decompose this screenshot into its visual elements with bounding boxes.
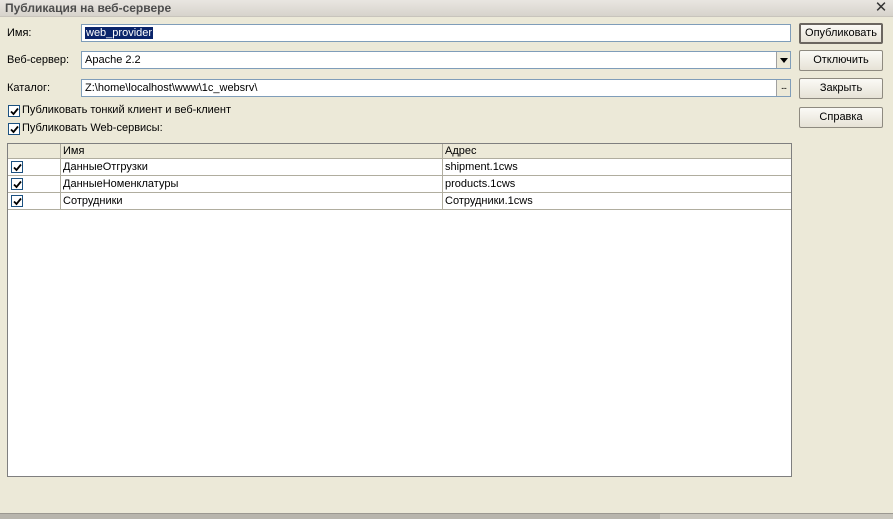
column-header-address[interactable]: Адрес [443, 144, 791, 158]
row-checkbox[interactable] [11, 195, 23, 207]
row-checkbox[interactable] [11, 178, 23, 190]
row-address: products.1cws [445, 178, 516, 190]
close-button[interactable]: Закрыть [799, 78, 883, 99]
row-check-cell [8, 159, 61, 175]
table-row[interactable]: Сотрудники Сотрудники.1cws [8, 193, 791, 210]
row-checkbox[interactable] [11, 161, 23, 173]
table-header: Имя Адрес [8, 144, 791, 159]
name-label: Имя: [7, 27, 32, 39]
row-name: Сотрудники [61, 193, 443, 209]
help-button[interactable]: Справка [799, 107, 883, 128]
publish-web-services-label: Публиковать Web-сервисы: [22, 122, 163, 134]
row-address: shipment.1cws [445, 161, 518, 173]
publish-web-services-checkbox[interactable] [8, 123, 20, 135]
catalog-label: Каталог: [7, 82, 51, 94]
row-name: ДанныеОтгрузки [61, 159, 443, 175]
row-name: ДанныеНоменклатуры [61, 176, 443, 192]
publish-button[interactable]: Опубликовать [799, 23, 883, 44]
bottom-edge-segment [0, 514, 660, 519]
publish-thin-client-checkbox[interactable] [8, 105, 20, 117]
column-header-name[interactable]: Имя [61, 144, 443, 158]
disable-button[interactable]: Отключить [799, 50, 883, 71]
name-input-value: web_provider [85, 27, 154, 39]
title-bar: Публикация на веб-сервере ✕ [0, 0, 893, 17]
browse-button[interactable]: ... [776, 80, 790, 96]
row-check-cell [8, 176, 61, 192]
column-header-check [8, 144, 61, 158]
table-row[interactable]: ДанныеНоменклатуры products.1cws [8, 176, 791, 193]
web-server-label: Веб-сервер: [7, 54, 70, 66]
catalog-value: Z:\home\localhost\www\1c_websrv\ [85, 82, 258, 94]
chevron-down-icon[interactable] [776, 52, 790, 68]
web-server-value: Apache 2.2 [85, 54, 141, 66]
catalog-input[interactable]: Z:\home\localhost\www\1c_websrv\ ... [81, 79, 791, 97]
table-row[interactable]: ДанныеОтгрузки shipment.1cws [8, 159, 791, 176]
name-input[interactable]: web_provider [81, 24, 791, 42]
close-icon[interactable]: ✕ [873, 0, 889, 16]
web-server-select[interactable]: Apache 2.2 [81, 51, 791, 69]
row-check-cell [8, 193, 61, 209]
publish-thin-client-label: Публиковать тонкий клиент и веб-клиент [22, 104, 232, 116]
row-address: Сотрудники.1cws [445, 195, 533, 207]
window-bottom-edge [0, 513, 893, 519]
web-services-table[interactable]: Имя Адрес ДанныеОтгрузки shipment.1cws Д… [7, 143, 792, 477]
window-title: Публикация на веб-сервере [5, 1, 172, 15]
